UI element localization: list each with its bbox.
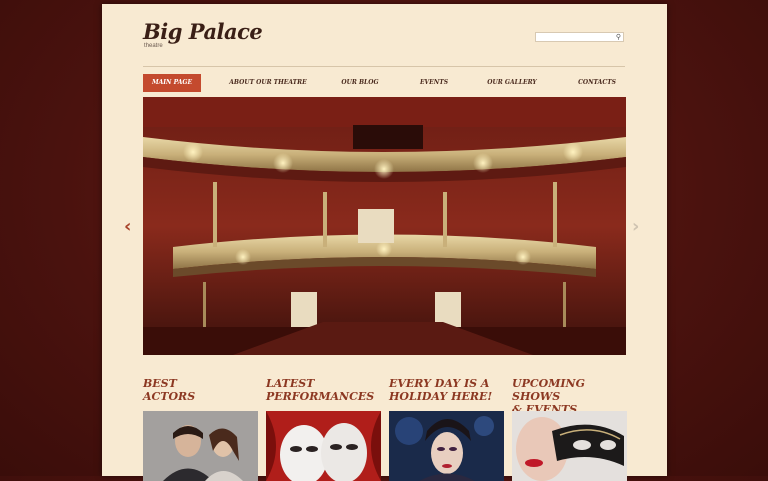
header-divider — [143, 66, 625, 67]
feature-best-actors[interactable]: BEST ACTORS — [143, 377, 258, 481]
feature-title[interactable]: BEST ACTORS — [143, 377, 258, 403]
nav-item-blog[interactable]: OUR BLOG — [341, 74, 379, 92]
feature-latest-performances[interactable]: LATEST PERFORMANCES — [266, 377, 381, 481]
slider-prev-chevron-left-icon[interactable]: ‹ — [124, 218, 131, 236]
logo[interactable]: Big Palace theatre — [143, 20, 263, 50]
nav-item-events[interactable]: EVENTS — [418, 74, 450, 92]
page-container: Big Palace theatre ⚲ MAIN PAGE ABOUT OUR… — [102, 4, 667, 481]
nav-item-main-page[interactable]: MAIN PAGE — [143, 74, 201, 92]
masks-image[interactable] — [266, 411, 381, 481]
hero-slider[interactable] — [143, 97, 626, 355]
feature-title[interactable]: EVERY DAY IS A HOLIDAY HERE! — [389, 377, 504, 403]
nav-item-contacts[interactable]: CONTACTS — [576, 74, 618, 92]
feature-holiday[interactable]: EVERY DAY IS A HOLIDAY HERE! — [389, 377, 504, 481]
actors-image[interactable] — [143, 411, 258, 481]
nav-item-about[interactable]: ABOUT OUR THEATRE — [229, 74, 307, 92]
main-nav: MAIN PAGE ABOUT OUR THEATRE OUR BLOG EVE… — [143, 74, 627, 92]
theatre-interior-image — [143, 97, 626, 355]
site-title[interactable]: Big Palace — [143, 20, 263, 44]
carnival-image[interactable] — [389, 411, 504, 481]
masquerade-image[interactable] — [512, 411, 627, 481]
search-icon[interactable]: ⚲ — [616, 33, 621, 42]
feature-upcoming-shows[interactable]: UPCOMING SHOWS & EVENTS — [512, 377, 627, 481]
nav-item-gallery[interactable]: OUR GALLERY — [487, 74, 537, 92]
slider-next-chevron-right-icon[interactable]: › — [632, 218, 639, 236]
search-input[interactable]: ⚲ — [535, 32, 624, 42]
feature-title[interactable]: LATEST PERFORMANCES — [266, 377, 381, 403]
